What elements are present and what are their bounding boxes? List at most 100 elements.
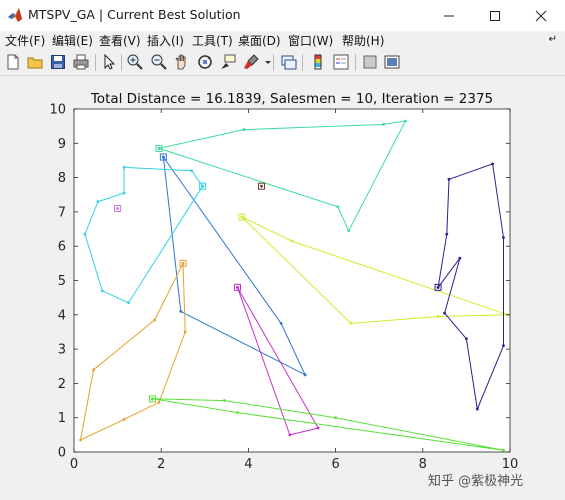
route-point	[116, 207, 119, 210]
y-tick-label: 0	[58, 446, 66, 461]
y-tick-label: 9	[58, 137, 66, 152]
rotate-3d-icon[interactable]	[196, 53, 214, 71]
axes-background	[74, 109, 510, 452]
x-tick-label: 2	[157, 457, 165, 472]
route-point	[475, 407, 479, 411]
menu-edit[interactable]: 编辑(E)	[52, 32, 93, 49]
route-point	[122, 165, 126, 169]
menu-help[interactable]: 帮助(H)	[342, 32, 384, 49]
open-file-icon[interactable]	[26, 53, 44, 71]
x-tick-label: 0	[70, 457, 78, 472]
print-icon[interactable]	[72, 53, 90, 71]
route-point	[502, 344, 505, 348]
route-point	[334, 416, 337, 420]
route-point	[445, 232, 449, 236]
route-point	[288, 433, 292, 437]
route-point	[127, 301, 130, 305]
route-point	[290, 239, 294, 243]
new-figure-icon[interactable]	[4, 53, 22, 71]
route-point	[157, 147, 161, 150]
route-point	[240, 215, 244, 219]
toolbar-separator	[302, 54, 303, 71]
menu-desktop[interactable]: 桌面(D)	[238, 32, 281, 49]
route-point	[382, 123, 385, 126]
show-plot-tools-icon[interactable]	[383, 53, 401, 71]
y-tick-label: 1	[58, 411, 66, 426]
pointer-icon[interactable]	[100, 53, 118, 71]
window-title: MTSPV_GA | Current Best Solution	[28, 7, 241, 22]
route-point	[153, 318, 157, 322]
route-point	[190, 169, 194, 173]
route-point	[491, 162, 494, 166]
close-icon	[535, 10, 547, 22]
maximize-icon	[490, 11, 500, 21]
pan-icon[interactable]	[173, 53, 191, 71]
route-point	[83, 232, 87, 236]
x-tick-label: 6	[331, 457, 339, 472]
route-point	[458, 256, 462, 260]
route-point	[443, 311, 446, 315]
y-tick-label: 6	[58, 240, 66, 255]
zoom-in-icon[interactable]	[126, 53, 144, 71]
route-point	[447, 177, 451, 181]
figure-canvas: 0 2 4 6 8 10 0 1 2 3 4 5 6 7 8 9 10 Total Distance = 16.1…	[0, 76, 565, 500]
hide-plot-tools-icon[interactable]	[361, 53, 379, 71]
menu-window[interactable]: 窗口(W)	[288, 32, 333, 49]
route-point	[92, 368, 96, 372]
menu-bar: 文件(F) 编辑(E) 查看(V) 插入(I) 工具(T) 桌面(D) 窗口(W…	[0, 31, 565, 50]
minimize-icon	[444, 15, 454, 17]
menu-insert[interactable]: 插入(I)	[147, 32, 184, 49]
route-point	[465, 337, 468, 341]
route-point	[157, 400, 161, 404]
route-point	[436, 285, 440, 289]
link-icon[interactable]	[280, 53, 298, 71]
y-tick-label: 7	[58, 205, 66, 220]
route-point	[122, 191, 126, 195]
route-point	[242, 128, 246, 131]
route-point	[502, 448, 505, 452]
save-icon[interactable]	[49, 53, 67, 71]
dock-arrow-icon[interactable]: ↵	[549, 34, 557, 45]
brush-icon[interactable]	[242, 53, 260, 71]
route-point	[96, 200, 100, 204]
data-cursor-icon[interactable]	[219, 53, 237, 71]
figure-toolbar	[0, 50, 565, 76]
route-point	[181, 261, 185, 265]
route-point	[161, 155, 165, 159]
route-point	[122, 418, 126, 421]
chevron-down-icon[interactable]	[259, 53, 277, 71]
route-point	[183, 330, 187, 334]
y-tick-label: 4	[58, 308, 66, 323]
route-point	[179, 309, 183, 313]
route-point	[236, 285, 239, 289]
legend-icon[interactable]	[332, 53, 350, 71]
toolbar-separator	[121, 54, 122, 71]
maximize-button[interactable]	[472, 0, 518, 31]
route-point	[79, 438, 82, 442]
menu-view[interactable]: 查看(V)	[99, 32, 141, 49]
watermark-text: 知乎 @紫极神光	[428, 474, 524, 489]
zoom-out-icon[interactable]	[150, 53, 168, 71]
chart-title: Total Distance = 16.1839, Salesmen = 10,…	[90, 91, 493, 107]
route-point	[349, 321, 353, 325]
menu-file[interactable]: 文件(F)	[5, 32, 45, 49]
menu-tools[interactable]: 工具(T)	[192, 32, 233, 49]
toolbar-separator	[273, 54, 274, 71]
y-tick-label: 10	[49, 103, 66, 118]
window-titlebar: MTSPV_GA | Current Best Solution	[0, 0, 565, 32]
route-point	[436, 315, 440, 318]
y-tick-label: 8	[58, 171, 66, 186]
toolbar-separator	[355, 54, 356, 71]
route-plot[interactable]: 0 2 4 6 8 10012345678910Total Distance = 16.1…	[0, 76, 565, 500]
route-point	[336, 205, 340, 209]
route-point	[279, 321, 283, 325]
x-tick-label: 8	[419, 457, 427, 472]
route-point	[223, 399, 226, 402]
colorbar-icon[interactable]	[309, 53, 327, 71]
matlab-icon	[8, 8, 22, 22]
minimize-button[interactable]	[426, 0, 472, 31]
route-point	[347, 229, 351, 233]
route-point	[502, 236, 505, 240]
close-button[interactable]	[518, 0, 564, 31]
x-tick-label: 4	[244, 457, 252, 472]
